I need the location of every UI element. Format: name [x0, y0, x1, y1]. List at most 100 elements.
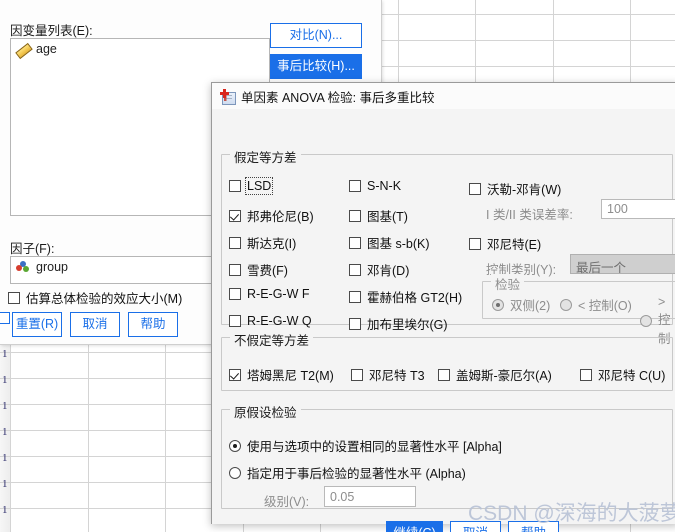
- checkbox-box: [349, 209, 361, 222]
- cell-value: 1: [2, 426, 8, 438]
- error-ratio-input[interactable]: [601, 199, 675, 219]
- radio-dot: [229, 439, 241, 452]
- dependent-list-label: 因变量列表(E):: [10, 20, 93, 39]
- control-category-value: 最后一个: [576, 261, 627, 275]
- checkbox-box: [229, 263, 241, 276]
- cell-value: 1: [2, 374, 8, 386]
- nominal-balls-icon: [16, 260, 31, 274]
- cancel-button[interactable]: 取消: [70, 312, 120, 337]
- post-hoc-button-label: 事后比较(H)...: [277, 59, 355, 73]
- ok-button[interactable]: [0, 312, 10, 324]
- radio-dot: [492, 298, 504, 311]
- checkbox-label: 图基(T): [367, 210, 408, 224]
- checkbox-box: [8, 291, 20, 304]
- cell-value: 1: [2, 504, 8, 516]
- control-category-select[interactable]: 最后一个: [570, 254, 675, 275]
- post-hoc-button[interactable]: 事后比较(H)...: [270, 54, 362, 79]
- contrasts-button-label: 对比(N)...: [289, 28, 343, 42]
- posthoc-checkbox-图基-s-b-k-[interactable]: 图基 s-b(K): [349, 233, 430, 252]
- dunnett-test-legend: 检验: [491, 274, 525, 293]
- posthoc-checkbox-r-e-g-w-q[interactable]: R-E-G-W Q: [229, 314, 312, 328]
- checkbox-box: [349, 263, 361, 276]
- posthoc-checkbox-邓尼特-c-u-[interactable]: 邓尼特 C(U): [580, 365, 665, 384]
- variable-name: age: [36, 42, 57, 56]
- checkbox-box: [229, 236, 241, 249]
- checkbox-box: [438, 368, 450, 381]
- dialog-titlebar: 单因素 ANOVA 检验: 事后多重比较: [212, 83, 675, 109]
- alpha-from-options-radio[interactable]: 使用与选项中的设置相同的显著性水平 [Alpha]: [229, 436, 502, 455]
- radio-label: 双侧(2): [510, 299, 551, 313]
- help-button[interactable]: 帮助: [128, 312, 178, 337]
- posthoc-checkbox-邓尼特-t3[interactable]: 邓尼特 T3: [351, 365, 425, 384]
- checkbox-label: 图基 s-b(K): [367, 237, 430, 251]
- checkbox-box: [351, 368, 363, 381]
- cell-value: 1: [2, 452, 8, 464]
- reset-button-label: 重置(R): [15, 317, 59, 331]
- checkbox-box: [469, 237, 481, 250]
- null-hypothesis-legend: 原假设检验: [230, 402, 301, 421]
- cancel-button-label: 取消: [82, 317, 108, 331]
- equal-variances-legend: 假定等方差: [230, 147, 301, 166]
- scale-ruler-icon: [15, 42, 33, 59]
- posthoc-checkbox-s-n-k[interactable]: S-N-K: [349, 179, 401, 193]
- radio-dot: [560, 298, 572, 311]
- posthoc-checkbox-图基-t-[interactable]: 图基(T): [349, 206, 408, 225]
- posthoc-checkbox-雪费-f-[interactable]: 雪费(F): [229, 260, 288, 279]
- waller-duncan-checkbox[interactable]: 沃勒-邓肯(W): [469, 179, 561, 198]
- checkbox-label: 邓尼特(E): [487, 238, 542, 252]
- radio-dot: [229, 466, 241, 479]
- checkbox-box: [229, 288, 241, 300]
- unequal-variances-legend: 不假定等方差: [230, 330, 314, 349]
- posthoc-checkbox-lsd[interactable]: LSD: [229, 177, 274, 195]
- posthoc-checkbox-塔姆黑尼-t2-m-[interactable]: 塔姆黑尼 T2(M): [229, 365, 334, 384]
- list-item[interactable]: age: [11, 39, 269, 59]
- cell-value: 1: [2, 348, 8, 360]
- checkbox-box: [349, 290, 361, 303]
- posthoc-checkbox-斯达克-i-[interactable]: 斯达克(I): [229, 233, 296, 252]
- factor-label-text: 因子(F):: [10, 242, 55, 256]
- reset-button[interactable]: 重置(R): [12, 312, 62, 337]
- checkbox-label: 塔姆黑尼 T2(M): [247, 369, 334, 383]
- dialog-title-text: 单因素 ANOVA 检验: 事后多重比较: [241, 90, 435, 105]
- checkbox-box: [229, 180, 241, 192]
- dialog-body: 假定等方差 LSD 邦弗伦尼(B) 斯达克(I) 雪费(F) R-E-G-W F R-E-…: [212, 109, 675, 532]
- radio-label: 指定用于事后检验的显著性水平 (Alpha): [247, 467, 466, 481]
- post-hoc-dialog: 单因素 ANOVA 检验: 事后多重比较 假定等方差 LSD 邦弗伦尼(B) 斯达克…: [211, 82, 675, 532]
- cell-value: 1: [2, 400, 8, 412]
- continue-button[interactable]: 继续(C): [386, 521, 443, 532]
- dunnett-test-radio-双侧-2-[interactable]: 双侧(2): [492, 295, 550, 314]
- estimate-effect-size-checkbox[interactable]: 估算总体检验的效应大小(M): [8, 288, 182, 307]
- posthoc-checkbox-邓肯-d-[interactable]: 邓肯(D): [349, 260, 409, 279]
- dunnett-checkbox[interactable]: 邓尼特(E): [469, 234, 541, 253]
- checkbox-label: 斯达克(I): [247, 237, 297, 251]
- specify-alpha-radio[interactable]: 指定用于事后检验的显著性水平 (Alpha): [229, 463, 466, 482]
- alpha-level-label: 级别(V):: [264, 491, 309, 510]
- error-ratio-label-text: I 类/II 类误差率:: [486, 208, 573, 222]
- posthoc-checkbox-邦弗伦尼-b-[interactable]: 邦弗伦尼(B): [229, 206, 314, 225]
- posthoc-checkbox-霍赫伯格-gt2-h-[interactable]: 霍赫伯格 GT2(H): [349, 287, 462, 306]
- radio-label: < 控制(O): [578, 299, 632, 313]
- checkbox-label: 邦弗伦尼(B): [247, 210, 314, 224]
- error-ratio-label: I 类/II 类误差率:: [486, 204, 573, 223]
- posthoc-checkbox-加布里埃尔-g-[interactable]: 加布里埃尔(G): [349, 314, 448, 333]
- help-button-label: 帮助: [140, 317, 166, 331]
- checkbox-box: [229, 209, 241, 222]
- checkbox-box: [349, 236, 361, 249]
- posthoc-checkbox-盖姆斯-豪厄尔-a-[interactable]: 盖姆斯-豪厄尔(A): [438, 365, 552, 384]
- factor-label: 因子(F):: [10, 238, 54, 257]
- checkbox-label: 邓尼特 T3: [369, 369, 425, 383]
- checkbox-label: 盖姆斯-豪厄尔(A): [456, 369, 552, 383]
- alpha-level-input[interactable]: [324, 486, 416, 507]
- checkbox-label: LSD: [244, 177, 274, 195]
- checkbox-box: [349, 180, 361, 192]
- checkbox-label: S-N-K: [367, 179, 402, 193]
- checkbox-label: R-E-G-W F: [247, 287, 310, 301]
- watermark-text: CSDN @深海的大菠萝: [468, 502, 675, 525]
- continue-button-label: 继续(C): [393, 526, 435, 532]
- watermark: CSDN @深海的大菠萝: [468, 497, 675, 527]
- radio-label: 使用与选项中的设置相同的显著性水平 [Alpha]: [247, 440, 502, 454]
- posthoc-checkbox-r-e-g-w-f[interactable]: R-E-G-W F: [229, 287, 309, 301]
- dunnett-test-radio--控制-o-[interactable]: < 控制(O): [560, 295, 632, 314]
- checkbox-label: 加布里埃尔(G): [367, 318, 448, 332]
- contrasts-button[interactable]: 对比(N)...: [270, 23, 362, 48]
